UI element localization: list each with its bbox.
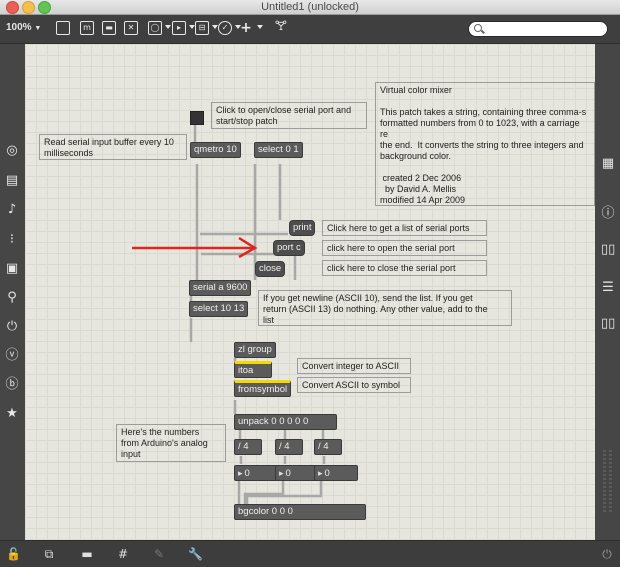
vizzie-icon[interactable]: ⓥ (5, 349, 19, 363)
presentation-icon[interactable] (56, 21, 70, 35)
button-object-icon[interactable]: ✕ (124, 21, 138, 35)
search-field[interactable] (468, 21, 608, 37)
new-object-plus-icon[interactable]: + (239, 21, 253, 35)
comment-numbers: Here's the numbers from Arduino's analog… (116, 424, 226, 462)
select-1013-label: select 10 13 (193, 303, 245, 314)
number-value-3: 0 (324, 468, 330, 479)
star-icon[interactable]: ★ (5, 407, 19, 421)
film-icon[interactable]: ▤ (5, 174, 19, 188)
right-sidebar: ▦ ⓘ ▯▯ ☰ ▯▯ (596, 44, 620, 540)
zoom-level[interactable]: 100% ▼ (6, 22, 41, 33)
dial-object-icon[interactable]: ✓ (218, 21, 232, 35)
fromsymbol-label: fromsymbol (238, 384, 288, 395)
itoa-label: itoa (238, 365, 254, 376)
number-value-2: 0 (285, 468, 291, 479)
grid-icon[interactable]: ▦ (601, 157, 615, 171)
search-icon (474, 24, 482, 32)
reference-book-icon[interactable]: ▯▯ (601, 243, 615, 257)
level-meter (609, 450, 612, 514)
itoa-object[interactable]: itoa (234, 361, 272, 378)
number-box-3[interactable]: 0 (314, 465, 358, 481)
print-message[interactable]: print (289, 220, 316, 236)
chevron-down-icon[interactable] (257, 25, 263, 29)
qmetro-label: qmetro 10 (194, 144, 237, 155)
paint-bucket-icon[interactable]: 🝖 (274, 20, 288, 34)
select-01-object[interactable]: select 0 1 (254, 142, 303, 158)
zl-group-label: zl group (238, 344, 272, 355)
beap-icon[interactable]: ⓑ (5, 378, 19, 392)
divide-label-1: / 4 (238, 441, 249, 452)
window-title: Untitled1 (unlocked) (261, 1, 359, 13)
bottom-bar: 🔓 ⧉ ▬ # ✎ 🔧 ⏻ (0, 540, 620, 567)
divide-object-1[interactable]: / 4 (234, 439, 262, 455)
select-01-label: select 0 1 (258, 144, 299, 155)
list-icon[interactable]: ☰ (601, 281, 615, 295)
power-icon[interactable]: ⏻ (600, 547, 614, 561)
comment-itoa: Convert integer to ASCII (297, 358, 411, 374)
zl-group-object[interactable]: zl group (234, 342, 276, 358)
divide-label-2: / 4 (279, 441, 290, 452)
comment-read-buffer: Read serial input buffer every 10 millis… (39, 134, 187, 160)
port-c-label: port c (277, 242, 301, 253)
book-icon[interactable]: ▯▯ (601, 317, 615, 331)
bgcolor-object[interactable]: bgcolor 0 0 0 (234, 504, 366, 520)
print-label: print (293, 222, 312, 233)
comment-virtual-color-mixer: Virtual color mixer This patch takes a s… (375, 82, 595, 206)
grid-icon[interactable]: # (116, 547, 130, 561)
port-c-message[interactable]: port c (273, 240, 305, 256)
toggle-object-icon[interactable]: ◯ (148, 21, 162, 35)
windows-icon[interactable]: ⧉ (42, 547, 56, 561)
lock-icon[interactable]: 🔓 (6, 547, 21, 561)
qmetro-object[interactable]: qmetro 10 (190, 142, 241, 158)
interface-icon[interactable]: ⁝ (5, 233, 19, 247)
image-icon[interactable]: ▣ (5, 262, 19, 276)
message-icon[interactable]: m (80, 21, 94, 35)
serial-object[interactable]: serial a 9600 (189, 280, 252, 296)
divide-object-2[interactable]: / 4 (275, 439, 303, 455)
presentation-icon[interactable]: ▬ (80, 547, 94, 561)
comment-open-close: Click to open/close serial port and star… (211, 102, 367, 129)
target-icon[interactable]: ◎ (5, 144, 19, 158)
snap-icon[interactable]: ✎ (152, 547, 166, 561)
chevron-down-icon[interactable] (165, 25, 171, 29)
patcher-canvas[interactable]: Click to open/close serial port and star… (25, 44, 595, 540)
unpack-object[interactable]: unpack 0 0 0 0 0 (234, 414, 337, 430)
comment-fromsymbol: Convert ASCII to symbol (297, 377, 411, 393)
fromsymbol-object[interactable]: fromsymbol (234, 380, 292, 397)
wrench-icon[interactable]: 🔧 (188, 547, 203, 561)
number-value-1: 0 (244, 468, 250, 479)
comment-icon[interactable]: ▬ (102, 21, 116, 35)
number-box-2[interactable]: 0 (275, 465, 319, 481)
paperclip-icon[interactable]: ⚲ (5, 291, 19, 305)
title-bar: Untitled1 (unlocked) (0, 0, 620, 15)
divide-object-3[interactable]: / 4 (314, 439, 342, 455)
toolbar: 100% ▼ m ▬ ✕ ◯ ▸ ⊟ ✓ + 🝖 (0, 15, 620, 44)
max-patcher-window: Untitled1 (unlocked) 100% ▼ m ▬ ✕ ◯ ▸ ⊟ … (0, 0, 620, 567)
music-note-icon[interactable]: ♪ (5, 203, 19, 217)
toggle-object[interactable] (190, 111, 204, 125)
select-1013-object[interactable]: select 10 13 (189, 301, 249, 317)
bgcolor-label: bgcolor 0 0 0 (238, 506, 293, 517)
plug-icon[interactable]: ⏻ (5, 320, 19, 334)
number-object-icon[interactable]: ▸ (172, 21, 186, 35)
comment-list-ports: Click here to get a list of serial ports (322, 220, 487, 236)
unpack-label: unpack 0 0 0 0 0 (238, 416, 309, 427)
level-meter (603, 450, 606, 514)
slider-object-icon[interactable]: ⊟ (195, 21, 209, 35)
info-icon[interactable]: ⓘ (601, 207, 615, 221)
close-message[interactable]: close (255, 261, 286, 277)
comment-close-port: click here to close the serial port (322, 260, 487, 276)
comment-open-port: click here to open the serial port (322, 240, 487, 256)
close-label: close (259, 263, 282, 274)
chevron-down-icon: ▼ (34, 25, 42, 32)
serial-label: serial a 9600 (193, 282, 248, 293)
left-sidebar: ◎ ▤ ♪ ⁝ ▣ ⚲ ⏻ ⓥ ⓑ ★ (0, 44, 24, 540)
zoom-level-value: 100% (6, 22, 32, 33)
divide-label-3: / 4 (318, 441, 329, 452)
comment-newline: If you get newline (ASCII 10), send the … (258, 290, 512, 326)
